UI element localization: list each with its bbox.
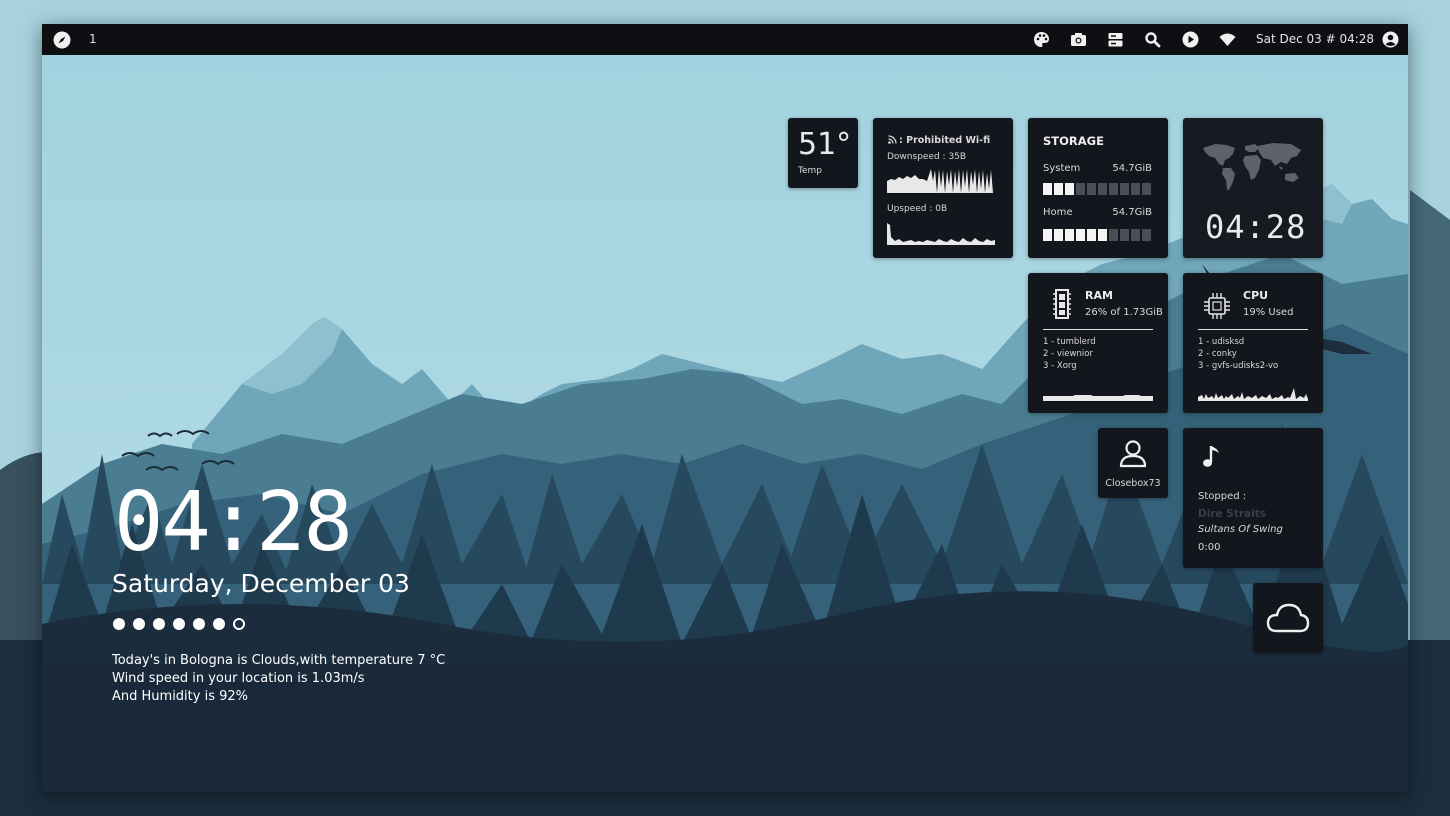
cpu-widget: CPU 19% Used 1 - udisksd 2 - conky 3 - g… <box>1183 273 1323 413</box>
usage-bar-segment <box>1043 229 1052 241</box>
usage-bar-segment <box>1065 229 1074 241</box>
home-label: Home <box>1043 207 1073 218</box>
usage-bar-segment <box>1076 229 1085 241</box>
world-clock-widget: 04:28 <box>1183 118 1323 258</box>
ram-process-2: 2 - viewnior <box>1043 349 1093 359</box>
wifi-icon[interactable] <box>1219 31 1236 48</box>
ram-process-1: 1 - tumblerd <box>1043 337 1096 347</box>
usage-bar-segment <box>1054 229 1063 241</box>
temp-label: Temp <box>798 166 822 176</box>
temp-value: 51° <box>798 127 852 162</box>
weather-line-3: And Humidity is 92% <box>112 689 249 704</box>
username: Closebox73 <box>1105 478 1161 489</box>
date-time[interactable]: Sat Dec 03 # 04:28 <box>1256 32 1374 46</box>
upspeed-graph <box>887 223 995 245</box>
usage-bar-segment <box>1109 229 1118 241</box>
cpu-divider <box>1198 329 1308 330</box>
home-value: 54.7GiB <box>1112 207 1152 218</box>
user-icon[interactable] <box>1382 31 1399 48</box>
usage-bar-segment <box>1054 183 1063 195</box>
usage-bar-segment <box>1087 183 1096 195</box>
cpu-graph <box>1198 388 1308 401</box>
day-dot <box>213 618 225 630</box>
wifi-ssid: : Prohibited Wi-fi <box>899 135 991 146</box>
downspeed-label: Downspeed : 35B <box>887 152 967 162</box>
top-bar: 1 Sat Dec 03 # 04:28 <box>42 24 1408 55</box>
server-icon[interactable] <box>1107 31 1124 48</box>
ram-divider <box>1043 329 1153 330</box>
cloud-icon <box>1266 603 1310 633</box>
world-clock-time: 04:28 <box>1205 208 1307 246</box>
weather-line-1: Today's in Bologna is Clouds,with temper… <box>112 653 446 668</box>
music-title: Sultans Of Swing <box>1198 524 1283 535</box>
desktop-date: Saturday, December 03 <box>112 569 410 598</box>
home-usage-bar <box>1043 229 1151 241</box>
cpu-process-2: 2 - conky <box>1198 349 1237 359</box>
music-time: 0:00 <box>1198 542 1221 553</box>
weather-icon-widget <box>1253 583 1323 653</box>
day-dot <box>133 618 145 630</box>
user-outline-icon <box>1119 440 1147 468</box>
camera-icon[interactable] <box>1070 31 1087 48</box>
usage-bar-segment <box>1087 229 1096 241</box>
usage-bar-segment <box>1109 183 1118 195</box>
system-value: 54.7GiB <box>1112 163 1152 174</box>
storage-widget: STORAGE System 54.7GiB Home 54.7GiB <box>1028 118 1168 258</box>
palette-icon[interactable] <box>1033 31 1050 48</box>
usage-bar-segment <box>1098 229 1107 241</box>
temp-widget: 51° Temp <box>788 118 858 188</box>
day-dot <box>233 618 245 630</box>
usage-bar-segment <box>1131 229 1140 241</box>
network-widget: : Prohibited Wi-fi Downspeed : 35B Upspe… <box>873 118 1013 258</box>
search-icon[interactable] <box>1144 31 1161 48</box>
usage-bar-segment <box>1065 183 1074 195</box>
storage-title: STORAGE <box>1043 134 1104 148</box>
usage-bar-segment <box>1043 183 1052 195</box>
cpu-title: CPU <box>1243 289 1269 302</box>
usage-bar-segment <box>1120 229 1129 241</box>
world-map-icon <box>1203 143 1301 190</box>
rss-icon <box>888 135 897 144</box>
user-widget[interactable]: Closebox73 <box>1098 428 1168 498</box>
downspeed-graph <box>887 169 993 193</box>
system-usage-bar <box>1043 183 1151 195</box>
music-artist: Dire Straits <box>1198 508 1266 520</box>
system-label: System <box>1043 163 1081 174</box>
day-dot <box>173 618 185 630</box>
ram-widget: RAM 26% of 1.73GiB 1 - tumblerd 2 - view… <box>1028 273 1168 413</box>
upspeed-label: Upspeed : 0B <box>887 204 948 214</box>
music-widget: Stopped : Dire Straits Sultans Of Swing … <box>1183 428 1323 568</box>
usage-bar-segment <box>1131 183 1140 195</box>
play-icon[interactable] <box>1182 31 1199 48</box>
ram-usage: 26% of 1.73GiB <box>1085 307 1163 318</box>
day-dot <box>153 618 165 630</box>
usage-bar-segment <box>1076 183 1085 195</box>
day-dots <box>113 618 245 630</box>
music-status: Stopped : <box>1198 491 1247 502</box>
weather-line-2: Wind speed in your location is 1.03m/s <box>112 671 365 686</box>
cpu-process-3: 3 - gvfs-udisks2-vo <box>1198 361 1279 371</box>
usage-bar-segment <box>1142 183 1151 195</box>
memory-icon <box>1053 289 1071 319</box>
day-dot <box>113 618 125 630</box>
ram-graph <box>1043 395 1153 401</box>
desktop-screen: 1 Sat Dec 03 # 04:28 51° Temp: Prohibit… <box>42 24 1408 792</box>
usage-bar-segment <box>1098 183 1107 195</box>
chip-icon <box>1204 293 1230 319</box>
ram-title: RAM <box>1085 289 1113 302</box>
cpu-usage: 19% Used <box>1243 307 1294 318</box>
day-dot <box>193 618 205 630</box>
music-note-icon[interactable] <box>1201 444 1223 470</box>
usage-bar-segment <box>1142 229 1151 241</box>
usage-bar-segment <box>1120 183 1129 195</box>
workspace-number[interactable]: 1 <box>89 32 97 46</box>
ram-process-3: 3 - Xorg <box>1043 361 1077 371</box>
desktop-clock: 04:28 <box>114 475 353 570</box>
compass-icon[interactable] <box>53 31 71 49</box>
cpu-process-1: 1 - udisksd <box>1198 337 1245 347</box>
